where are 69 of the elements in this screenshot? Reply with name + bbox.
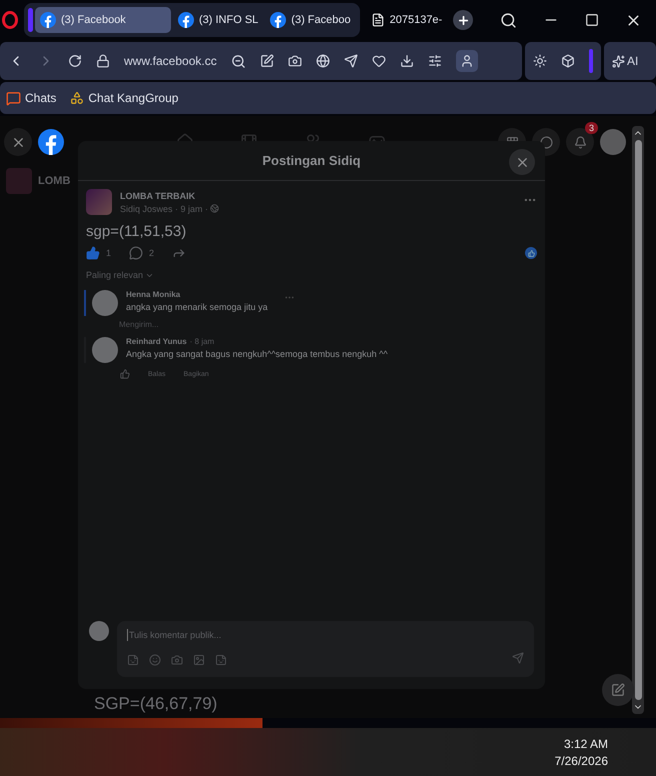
sidebar-marker (589, 49, 593, 73)
shapes-icon (70, 91, 84, 105)
translate-icon[interactable] (316, 54, 330, 68)
comment-text: Angka yang sangat bagus nengkuh^^semoga tembus nengkuh ^^ (126, 349, 388, 359)
post-text: SGP=(46,67,79) (94, 694, 218, 714)
bookmark-link[interactable]: Chats (6, 90, 56, 106)
sparkle-icon (612, 54, 625, 68)
tab-group-marker (28, 8, 33, 32)
avatar (89, 621, 109, 641)
profile-avatar[interactable] (600, 129, 626, 155)
avatar (92, 337, 118, 363)
compose-button[interactable] (602, 674, 634, 706)
zoom-icon[interactable] (230, 54, 246, 68)
like-icon[interactable] (120, 369, 130, 379)
reload-icon[interactable] (68, 54, 82, 68)
facebook-logo-icon (178, 12, 194, 28)
like-count: 1 (106, 248, 112, 258)
comment-icon[interactable] (129, 246, 144, 260)
edit-icon (611, 683, 625, 697)
browser-tab[interactable]: (3) Faceboo (265, 7, 356, 33)
comment-count: 2 (149, 248, 154, 258)
facebook-logo-icon (270, 12, 286, 28)
dialog-title: Postingan Sidiq (262, 153, 361, 168)
notification-count: 3 (584, 122, 598, 134)
comment-input[interactable]: Tulis komentar publik... (127, 629, 524, 641)
like-icon[interactable] (86, 246, 100, 260)
browser-tab[interactable]: (3) Facebook (35, 7, 171, 33)
group-avatar (86, 189, 112, 215)
facebook-logo-icon (40, 12, 56, 28)
profile-icon[interactable] (460, 54, 474, 68)
search-icon[interactable] (500, 12, 517, 28)
sliders-icon[interactable] (428, 54, 442, 68)
document-icon (370, 13, 385, 27)
avatar (92, 290, 118, 316)
close-button[interactable] (509, 149, 535, 175)
download-icon[interactable] (400, 54, 414, 68)
maximize-icon[interactable] (585, 13, 599, 27)
sending-status: Mengirim... (119, 320, 160, 329)
like-reaction-icon (525, 247, 537, 259)
facebook-logo-icon (38, 129, 64, 155)
clock-date[interactable]: 7/26/2026 (554, 754, 608, 768)
ai-button[interactable]: AI (612, 54, 638, 68)
close-button[interactable] (4, 128, 32, 156)
post-text: sgp=(11,51,53) (86, 223, 188, 240)
comment-text: angka yang menarik semoga jitu ya (126, 302, 268, 312)
browser-tab[interactable]: (3) INFO SL (173, 7, 264, 33)
browser-tab[interactable]: 2075137e- (366, 7, 448, 33)
opera-logo-icon[interactable] (2, 11, 18, 29)
group-name[interactable]: LOMBA TERBAIK (120, 190, 220, 200)
cube-icon[interactable] (561, 54, 575, 68)
comment-author[interactable]: Reinhard Yunus (126, 337, 187, 346)
bell-icon (574, 136, 586, 148)
lock-icon (96, 54, 110, 68)
bookmark-link[interactable]: Chat KangGroup (70, 91, 178, 105)
new-tab-button[interactable] (453, 10, 474, 30)
plus-icon (456, 14, 470, 26)
globe-icon (210, 204, 220, 213)
post-meta: Sidiq Joswes · 9 jam · (120, 204, 208, 214)
edit-icon[interactable] (260, 54, 274, 68)
clock-time[interactable]: 3:12 AM (564, 736, 608, 750)
chat-bubble-icon (6, 90, 21, 106)
heart-icon[interactable] (372, 54, 386, 68)
sun-icon[interactable] (533, 54, 547, 68)
address-field[interactable]: www.facebook.cc (124, 54, 217, 68)
group-thumbnail (6, 168, 32, 194)
comment-author[interactable]: Henna Monika (126, 290, 180, 299)
group-name: LOMB (38, 175, 70, 187)
scrollbar[interactable] (632, 126, 644, 714)
comment-time: · 8 jam (190, 337, 214, 346)
